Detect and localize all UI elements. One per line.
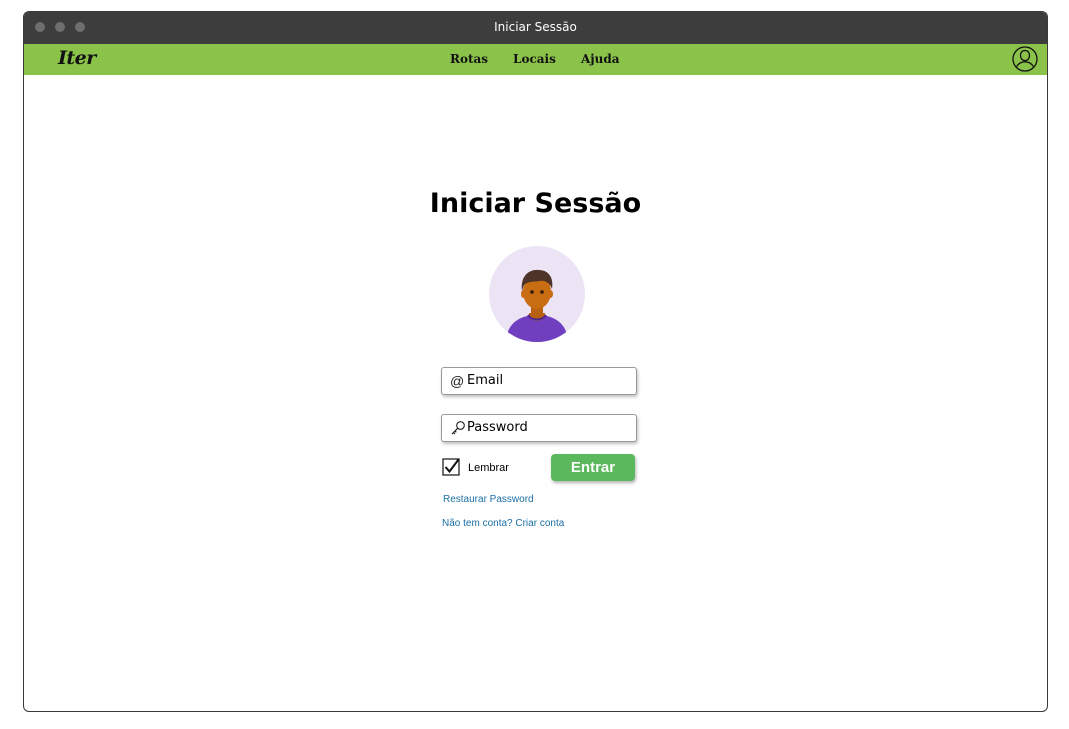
nav-link-rotas[interactable]: Rotas	[450, 52, 488, 66]
remember-checkbox[interactable]	[442, 458, 460, 476]
page-title: Iniciar Sessão	[429, 188, 642, 219]
user-avatar-icon	[488, 245, 586, 343]
nav-link-locais[interactable]: Locais	[513, 52, 556, 66]
login-submit-button[interactable]: Entrar	[551, 454, 635, 481]
at-sign-icon: @	[450, 373, 465, 389]
top-navbar: Iter Rotas Locais Ajuda	[24, 44, 1047, 75]
window-title: Iniciar Sessão	[494, 20, 577, 34]
restore-password-link[interactable]: Restaurar Password	[443, 494, 534, 505]
nav-link-ajuda[interactable]: Ajuda	[581, 52, 620, 66]
email-input[interactable]	[467, 370, 627, 390]
app-logo[interactable]: Iter	[58, 47, 96, 69]
user-circle-icon[interactable]	[1012, 46, 1038, 72]
app-window: Iniciar Sessão Iter Rotas Locais Ajuda I…	[23, 11, 1048, 712]
password-input[interactable]	[467, 417, 627, 437]
key-icon	[450, 420, 466, 436]
email-field[interactable]: @	[441, 367, 637, 395]
password-field[interactable]	[441, 414, 637, 442]
create-account-link[interactable]: Não tem conta? Criar conta	[442, 518, 564, 529]
title-bar: Iniciar Sessão	[24, 12, 1047, 44]
remember-label: Lembrar	[468, 462, 509, 474]
